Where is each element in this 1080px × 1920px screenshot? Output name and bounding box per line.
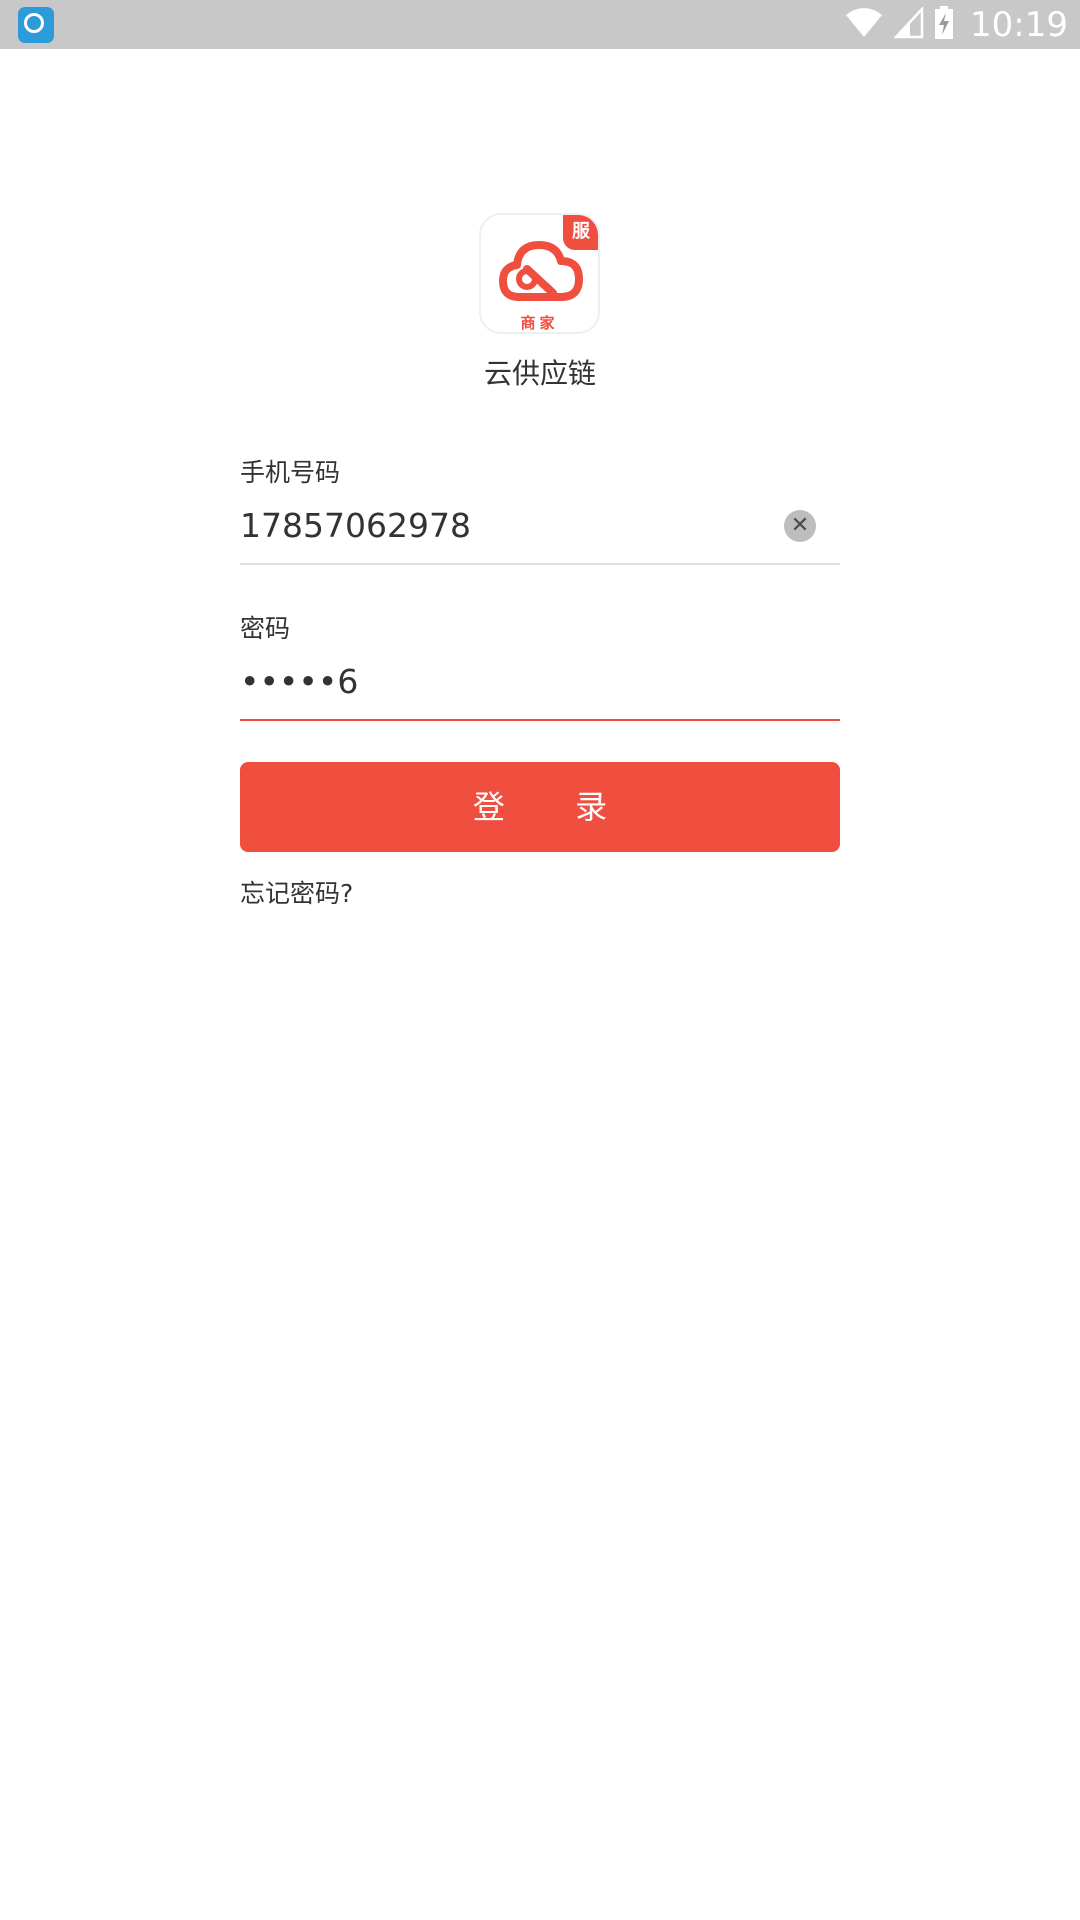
status-bar: 10:19 [0, 0, 1080, 49]
app-name: 云供应链 [483, 357, 596, 390]
status-right: 10:19 [844, 0, 1068, 49]
signal-icon [893, 5, 924, 43]
status-time: 10:19 [970, 4, 1068, 45]
merchant-label: 商家 [520, 314, 559, 332]
password-input[interactable]: •••••6 [240, 662, 358, 701]
cloud-icon [499, 241, 583, 301]
clear-phone-button[interactable]: ✕ [784, 510, 816, 542]
nox-icon[interactable] [18, 7, 54, 43]
login-button[interactable]: 登 录 [240, 762, 840, 852]
phone-label: 手机号码 [240, 458, 341, 487]
battery-charging-icon [934, 5, 954, 44]
forgot-password-link[interactable]: 忘记密码? [240, 874, 353, 910]
app-logo: 服 商家 [479, 213, 600, 334]
password-underline [240, 719, 840, 721]
phone-input[interactable]: 17857062978 [240, 506, 471, 545]
wifi-icon [844, 7, 884, 43]
password-label: 密码 [240, 614, 291, 643]
phone-underline [240, 563, 840, 565]
